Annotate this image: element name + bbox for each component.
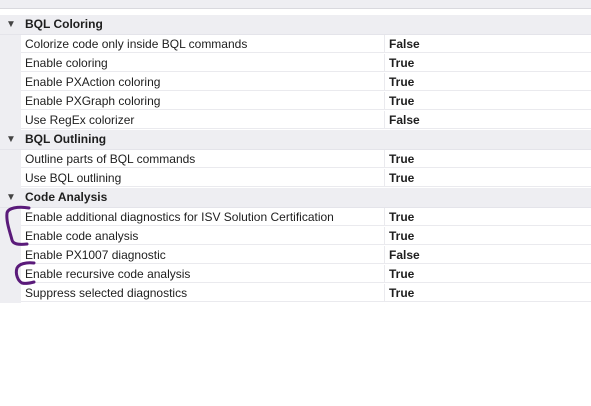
property-value[interactable]: True — [385, 208, 591, 226]
category-header-code-analysis[interactable]: ▼ Code Analysis — [0, 188, 591, 208]
property-value[interactable]: True — [385, 169, 591, 187]
property-row[interactable]: Use RegEx colorizer False — [0, 111, 591, 130]
property-row[interactable]: Enable PXGraph coloring True — [0, 92, 591, 111]
property-value[interactable]: True — [385, 227, 591, 245]
toolbar-strip — [0, 0, 591, 9]
property-name[interactable]: Outline parts of BQL commands — [21, 150, 385, 168]
property-name[interactable]: Enable recursive code analysis — [21, 265, 385, 283]
property-row[interactable]: Enable additional diagnostics for ISV So… — [0, 208, 591, 227]
property-name[interactable]: Use RegEx colorizer — [21, 111, 385, 129]
category-label: BQL Outlining — [25, 132, 107, 146]
property-row[interactable]: Colorize code only inside BQL commands F… — [0, 35, 591, 54]
property-name[interactable]: Use BQL outlining — [21, 169, 385, 187]
property-name[interactable]: Enable code analysis — [21, 227, 385, 245]
category-header-bql-outlining[interactable]: ▼ BQL Outlining — [0, 130, 591, 150]
property-value[interactable]: True — [385, 92, 591, 110]
property-value[interactable]: True — [385, 284, 591, 302]
category-header-bql-coloring[interactable]: ▼ BQL Coloring — [0, 15, 591, 35]
chevron-down-icon[interactable]: ▼ — [4, 131, 18, 148]
property-name[interactable]: Suppress selected diagnostics — [21, 284, 385, 302]
property-value[interactable]: True — [385, 265, 591, 283]
property-value[interactable]: True — [385, 73, 591, 91]
property-row[interactable]: Outline parts of BQL commands True — [0, 150, 591, 169]
property-name[interactable]: Colorize code only inside BQL commands — [21, 35, 385, 53]
property-name[interactable]: Enable coloring — [21, 54, 385, 72]
property-row[interactable]: Enable coloring True — [0, 54, 591, 73]
property-value[interactable]: False — [385, 246, 591, 264]
property-value[interactable]: False — [385, 35, 591, 53]
property-row[interactable]: Enable recursive code analysis True — [0, 265, 591, 284]
property-row[interactable]: Enable PX1007 diagnostic False — [0, 246, 591, 265]
property-row[interactable]: Use BQL outlining True — [0, 169, 591, 188]
chevron-down-icon[interactable]: ▼ — [4, 189, 18, 206]
property-row[interactable]: Suppress selected diagnostics True — [0, 284, 591, 303]
property-name[interactable]: Enable additional diagnostics for ISV So… — [21, 208, 385, 226]
property-row[interactable]: Enable PXAction coloring True — [0, 73, 591, 92]
property-value[interactable]: True — [385, 150, 591, 168]
property-value[interactable]: False — [385, 111, 591, 129]
property-value[interactable]: True — [385, 54, 591, 72]
property-name[interactable]: Enable PXAction coloring — [21, 73, 385, 91]
property-name[interactable]: Enable PXGraph coloring — [21, 92, 385, 110]
category-label: Code Analysis — [25, 190, 108, 204]
property-row[interactable]: Enable code analysis True — [0, 227, 591, 246]
property-grid: ▼ BQL Coloring Colorize code only inside… — [0, 15, 591, 303]
property-name[interactable]: Enable PX1007 diagnostic — [21, 246, 385, 264]
chevron-down-icon[interactable]: ▼ — [4, 16, 18, 33]
category-label: BQL Coloring — [25, 17, 103, 31]
